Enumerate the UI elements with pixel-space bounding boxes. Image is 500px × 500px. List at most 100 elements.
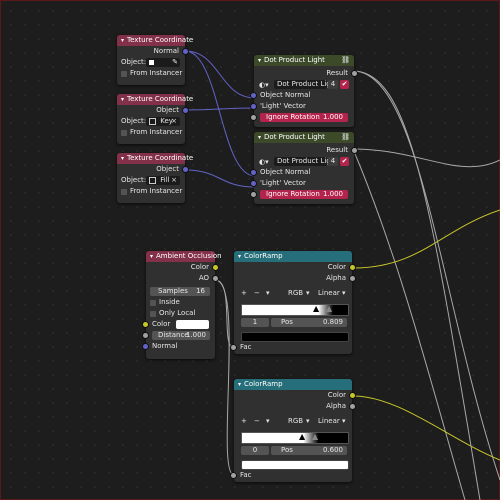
stop-position-field[interactable]: Pos 0.809 xyxy=(271,318,347,327)
colorramp-node-2[interactable]: ▾ ColorRamp Color Alpha + − ▾ RGB ▾ Linea… xyxy=(231,379,355,482)
chevron-down-icon[interactable]: ▾ xyxy=(238,251,241,262)
input-socket[interactable] xyxy=(143,333,148,338)
chevron-down-icon[interactable]: ▾ xyxy=(306,288,310,299)
chevron-down-icon[interactable]: ▾ xyxy=(150,251,153,262)
chevron-down-icon[interactable]: ▾ xyxy=(266,288,270,299)
color-ramp-bar[interactable]: ▲ ▲ xyxy=(241,304,349,316)
chevron-down-icon[interactable]: ▾ xyxy=(266,416,270,427)
input-socket[interactable] xyxy=(251,170,256,175)
input-socket[interactable] xyxy=(251,115,256,120)
shield-icon[interactable]: ✔ xyxy=(340,80,349,89)
output-socket[interactable] xyxy=(213,265,218,270)
node-header[interactable]: ▾ Dot Product Light ⛓ xyxy=(254,55,354,66)
input-socket[interactable] xyxy=(251,93,256,98)
from-instancer-checkbox[interactable] xyxy=(121,71,127,77)
chevron-down-icon[interactable]: ▾ xyxy=(121,35,124,46)
close-icon[interactable]: × xyxy=(171,117,177,126)
inside-checkbox[interactable] xyxy=(150,300,156,306)
node-header[interactable]: ▾ Texture Coordinate xyxy=(117,35,193,46)
object-field[interactable]: Fill × xyxy=(146,176,180,185)
stop-index-field[interactable]: 0 xyxy=(241,446,269,455)
node-header[interactable]: ▾ Texture Coordinate xyxy=(117,153,193,164)
light-object-icon xyxy=(149,177,156,184)
node-header[interactable]: ▾ Ambient Occlusion xyxy=(146,251,222,262)
ramp-stop-marker[interactable]: ▲ xyxy=(326,304,332,313)
output-socket[interactable] xyxy=(350,404,355,409)
eyedropper-icon[interactable]: ✎ xyxy=(172,58,178,67)
stop-position-field[interactable]: Pos 0.600 xyxy=(271,446,347,455)
group-name-field[interactable]: Dot Product Light xyxy=(274,80,338,89)
input-socket[interactable] xyxy=(231,345,236,350)
interpolation-select[interactable]: Linear xyxy=(318,288,340,299)
output-alpha: Alpha xyxy=(234,401,355,412)
chevron-down-icon[interactable]: ▾ xyxy=(258,55,261,66)
color-mode-select[interactable]: RGB xyxy=(288,416,303,427)
samples-field[interactable]: Samples 16 xyxy=(150,287,210,296)
node-header[interactable]: ▾ Dot Product Light ⛓ xyxy=(254,132,354,143)
texture-coordinate-node-2[interactable]: ▾ Texture Coordinate Object Object: Key ×… xyxy=(117,94,193,144)
ramp-stop-marker[interactable]: ▲ xyxy=(313,304,319,313)
object-row: Object: Fill × xyxy=(117,175,185,186)
chevron-down-icon[interactable]: ▾ xyxy=(342,416,346,427)
ramp-stop-marker[interactable]: ▲ xyxy=(312,432,318,441)
stop-index-field[interactable]: 1 xyxy=(241,318,269,327)
chevron-down-icon[interactable]: ▾ xyxy=(342,288,346,299)
dot-product-light-node-2[interactable]: ▾ Dot Product Light ⛓ Result ◐▾ Dot Produc… xyxy=(251,132,357,204)
ramp-stop-marker[interactable]: ▲ xyxy=(299,432,305,441)
chevron-down-icon[interactable]: ▾ xyxy=(121,94,124,105)
color-swatch[interactable] xyxy=(176,320,209,329)
node-header[interactable]: ▾ Texture Coordinate xyxy=(117,94,193,105)
stop-color-swatch[interactable] xyxy=(241,332,349,342)
input-socket[interactable] xyxy=(251,192,256,197)
stop-row: 0 Pos 0.600 xyxy=(234,445,352,456)
add-stop-button[interactable]: + xyxy=(241,288,247,299)
input-color-row: Color xyxy=(143,319,215,330)
distance-field[interactable]: Distance 1.000 xyxy=(152,331,210,340)
shield-icon[interactable]: ✔ xyxy=(340,157,349,166)
add-stop-button[interactable]: + xyxy=(241,416,247,427)
only-local-checkbox[interactable] xyxy=(150,311,156,317)
input-socket[interactable] xyxy=(251,181,256,186)
output-socket[interactable] xyxy=(352,71,357,76)
node-header[interactable]: ▾ ColorRamp xyxy=(234,379,352,390)
output-socket[interactable] xyxy=(350,393,355,398)
color-ramp-bar[interactable]: ▲ ▲ xyxy=(241,432,349,444)
input-socket[interactable] xyxy=(251,104,256,109)
output-socket[interactable] xyxy=(213,276,218,281)
distance-row: Distance 1.000 xyxy=(143,330,215,341)
from-instancer-checkbox[interactable] xyxy=(121,189,127,195)
texture-coordinate-node-3[interactable]: ▾ Texture Coordinate Object Object: Fill … xyxy=(117,153,193,203)
ambient-occlusion-node[interactable]: ▾ Ambient Occlusion Color AO Samples 16 I… xyxy=(143,251,222,359)
ignore-rotation-field[interactable]: Ignore Rotation 1.000 xyxy=(260,190,348,199)
ignore-rotation-field[interactable]: Ignore Rotation 1.000 xyxy=(260,113,348,122)
users-count[interactable]: 4 xyxy=(328,157,338,166)
texture-coordinate-node-1[interactable]: ▾ Texture Coordinate Normal Object: ✎ Fro… xyxy=(117,35,193,85)
chevron-down-icon[interactable]: ▾ xyxy=(238,379,241,390)
output-socket[interactable] xyxy=(352,148,357,153)
users-count[interactable]: 4 xyxy=(328,80,338,89)
object-field[interactable]: Key × xyxy=(146,117,180,126)
interpolation-select[interactable]: Linear xyxy=(318,416,340,427)
output-socket[interactable] xyxy=(350,265,355,270)
input-socket[interactable] xyxy=(143,344,148,349)
input-socket[interactable] xyxy=(143,322,148,327)
chevron-down-icon[interactable]: ▾ xyxy=(258,132,261,143)
node-header[interactable]: ▾ ColorRamp xyxy=(234,251,352,262)
remove-stop-button[interactable]: − xyxy=(254,288,260,299)
group-name-field[interactable]: Dot Product Light xyxy=(274,157,338,166)
dot-product-light-node-1[interactable]: ▾ Dot Product Light ⛓ Result ◐▾ Dot Produc… xyxy=(251,55,357,127)
output-socket[interactable] xyxy=(183,108,188,113)
colorramp-node-1[interactable]: ▾ ColorRamp Color Alpha + − ▾ RGB ▾ Linea… xyxy=(231,251,355,354)
output-socket[interactable] xyxy=(183,167,188,172)
chevron-down-icon[interactable]: ▾ xyxy=(121,153,124,164)
output-socket[interactable] xyxy=(183,49,188,54)
stop-color-swatch[interactable] xyxy=(241,460,349,470)
from-instancer-checkbox[interactable] xyxy=(121,130,127,136)
object-field[interactable]: ✎ xyxy=(146,58,180,67)
close-icon[interactable]: × xyxy=(171,176,177,185)
output-socket[interactable] xyxy=(350,276,355,281)
chevron-down-icon[interactable]: ▾ xyxy=(306,416,310,427)
remove-stop-button[interactable]: − xyxy=(254,416,260,427)
input-socket[interactable] xyxy=(231,473,236,478)
color-mode-select[interactable]: RGB xyxy=(288,288,303,299)
